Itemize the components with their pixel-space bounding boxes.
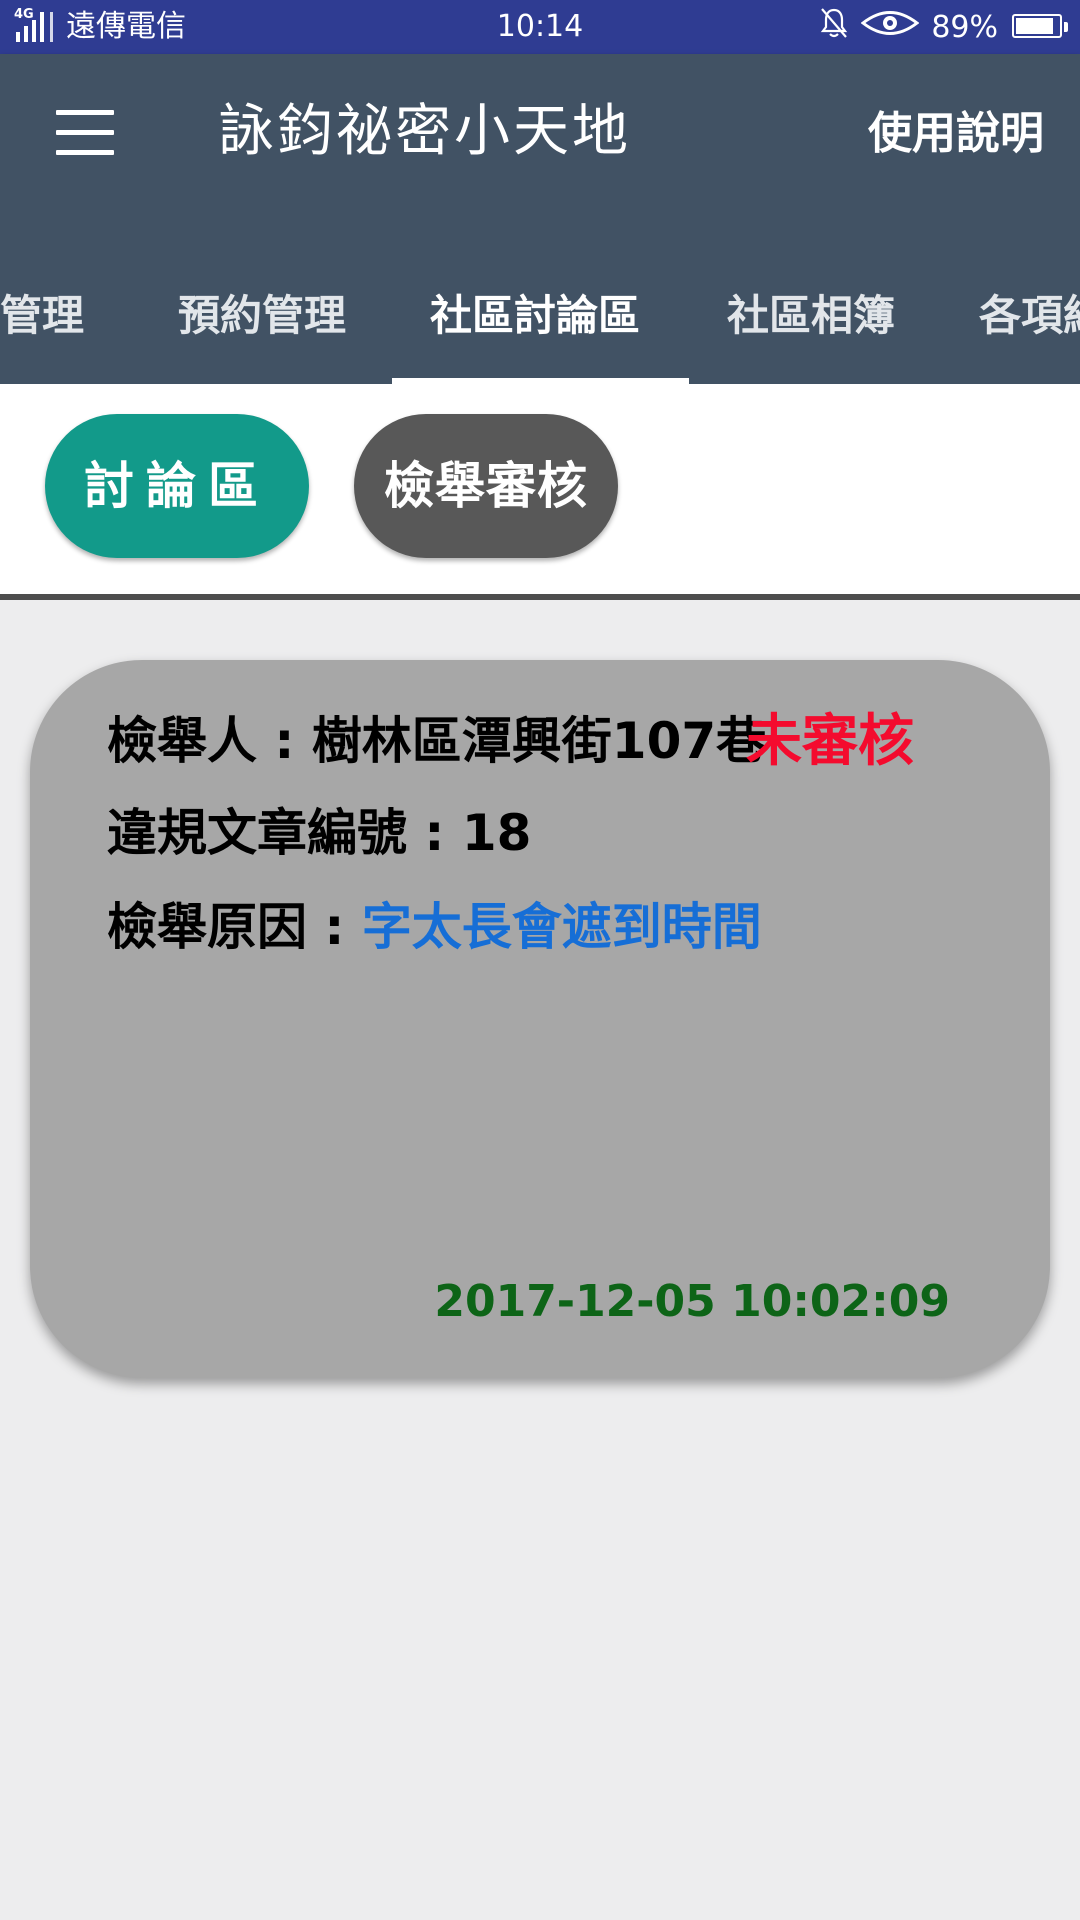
eye-icon	[860, 8, 920, 46]
help-button[interactable]: 使用說明	[868, 104, 1044, 164]
hamburger-menu-icon[interactable]	[56, 110, 114, 156]
article-number: 18	[461, 804, 532, 862]
reporter-value: 樹林區潭興街107巷	[311, 712, 767, 770]
reason-value: 字太長會遮到時間	[361, 898, 762, 956]
battery-percent: 89%	[931, 9, 998, 45]
report-card[interactable]: 檢舉人 : 樹林區潭興街107巷 未審核 違規文章編號 : 18 檢舉原因 : …	[30, 660, 1050, 1378]
tab-community-discussion[interactable]: 社區討論區	[430, 288, 640, 344]
status-right: 89%	[819, 8, 1068, 46]
discussion-chip[interactable]: 討論區	[45, 414, 309, 558]
tab-records[interactable]: 各項紀	[979, 288, 1080, 344]
reason-line: 檢舉原因 : 字太長會遮到時間	[107, 892, 762, 962]
filter-chip-row: 討論區 檢舉審核	[0, 384, 1080, 594]
tab-bar: 修管理 預約管理 社區討論區 社區相簿 各項紀	[0, 254, 1080, 384]
report-review-chip[interactable]: 檢舉審核	[354, 414, 618, 558]
tab-community-album[interactable]: 社區相簿	[727, 288, 895, 344]
article-line: 違規文章編號 : 18	[107, 798, 531, 868]
review-status-badge: 未審核	[746, 709, 914, 774]
tab-repair-management[interactable]: 修管理	[0, 288, 84, 344]
bell-off-icon	[819, 7, 849, 47]
reporter-label: 檢舉人 :	[107, 712, 312, 770]
section-divider	[0, 594, 1080, 600]
tab-reservation-management[interactable]: 預約管理	[178, 288, 346, 344]
status-bar: 4G 遠傳電信 10:14 89%	[0, 0, 1080, 54]
reporter-line: 檢舉人 : 樹林區潭興街107巷	[107, 706, 766, 776]
app-title: 詠鈞祕密小天地	[218, 99, 631, 164]
article-label: 違規文章編號 :	[107, 804, 462, 862]
reason-label: 檢舉原因 :	[107, 898, 362, 956]
app-bar: 詠鈞祕密小天地 使用說明 修管理 預約管理 社區討論區 社區相簿 各項紀	[0, 54, 1080, 384]
report-timestamp: 2017-12-05 10:02:09	[434, 1276, 950, 1327]
battery-icon	[1012, 14, 1068, 40]
